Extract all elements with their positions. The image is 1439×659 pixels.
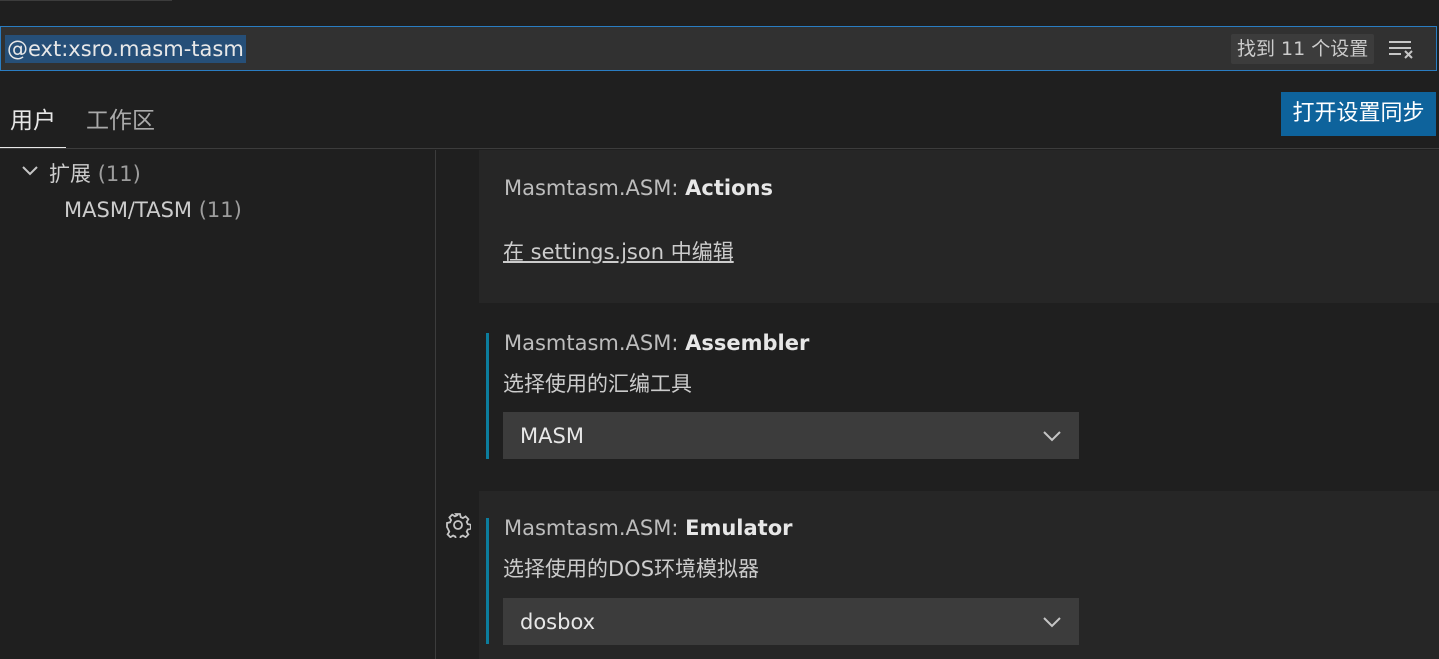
tree-item-masm-tasm[interactable]: MASM/TASM (11): [64, 198, 242, 222]
select-value: MASM: [520, 424, 584, 448]
editor-tab-strip: [0, 0, 1439, 26]
tab-workspace[interactable]: 工作区: [76, 105, 165, 147]
turn-on-settings-sync-button[interactable]: 打开设置同步: [1281, 92, 1436, 136]
result-count-badge: 找到 11 个设置: [1231, 34, 1375, 64]
assembler-select[interactable]: MASM: [503, 412, 1079, 459]
select-value: dosbox: [520, 610, 596, 634]
setting-title: Masmtasm.ASM: Emulator: [504, 516, 793, 540]
tabs-divider: [0, 148, 1439, 149]
setting-category: Masmtasm.ASM:: [504, 331, 686, 355]
tree-sash[interactable]: [435, 150, 436, 659]
emulator-select[interactable]: dosbox: [503, 598, 1079, 645]
setting-name: Actions: [685, 176, 773, 200]
dropdown-chevron-icon: [1043, 431, 1061, 442]
setting-category: Masmtasm.ASM:: [504, 176, 686, 200]
setting-actions: Masmtasm.ASM: Actions 在 settings.json 中编…: [479, 150, 1439, 303]
tab-underline: [0, 0, 172, 1]
tree-item-extensions[interactable]: 扩展 (11): [49, 158, 141, 188]
setting-title: Masmtasm.ASM: Actions: [504, 176, 773, 200]
setting-description: 选择使用的汇编工具: [503, 372, 692, 396]
edit-in-settings-json-link[interactable]: 在 settings.json 中编辑: [503, 236, 734, 266]
dropdown-chevron-icon: [1043, 617, 1061, 628]
chevron-down-icon[interactable]: [20, 161, 40, 181]
setting-name: Emulator: [685, 516, 793, 540]
settings-search-bar[interactable]: @ext:xsro.masm-tasm 找到 11 个设置: [0, 26, 1437, 71]
tree-item-count: (11): [198, 198, 242, 222]
modified-indicator: [486, 518, 489, 644]
setting-title: Masmtasm.ASM: Assembler: [504, 331, 809, 355]
settings-toc-tree: [0, 150, 435, 659]
modified-indicator: [486, 333, 489, 459]
tab-user[interactable]: 用户: [0, 105, 66, 148]
search-input[interactable]: @ext:xsro.masm-tasm: [5, 35, 246, 63]
gear-icon[interactable]: [445, 512, 472, 541]
tree-item-count: (11): [97, 162, 141, 186]
tree-item-label: MASM/TASM: [64, 198, 193, 222]
settings-scope-tabs: 用户 工作区: [0, 90, 1439, 150]
setting-name: Assembler: [685, 331, 810, 355]
setting-description: 选择使用的DOS环境模拟器: [503, 557, 760, 581]
setting-category: Masmtasm.ASM:: [504, 516, 686, 540]
tree-item-label: 扩展: [49, 162, 91, 186]
clear-filter-icon[interactable]: [1387, 39, 1415, 59]
